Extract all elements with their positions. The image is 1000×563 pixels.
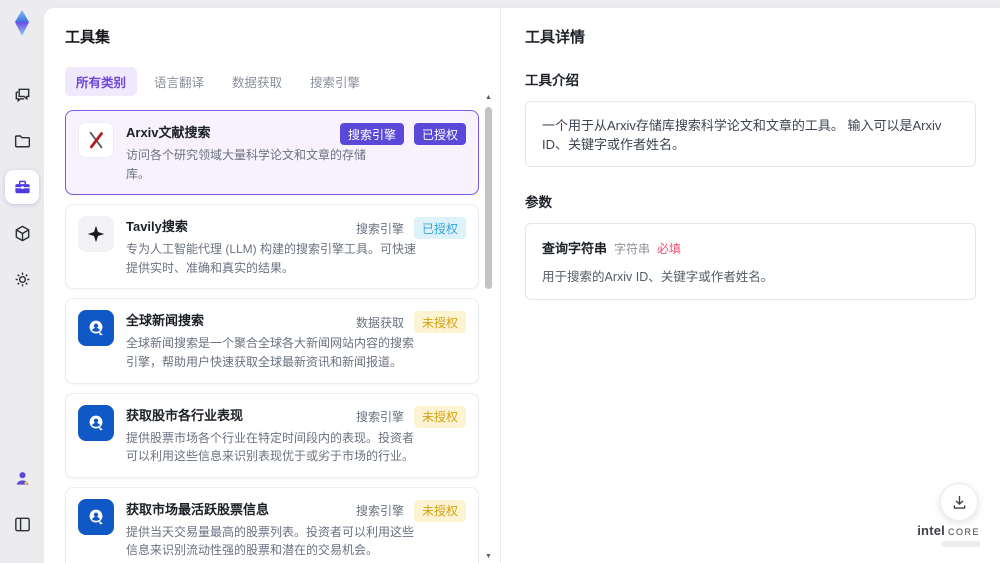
tool-card-arxiv[interactable]: Arxiv文献搜索 访问各个研究领域大量科学论文和文章的存储库。 搜索引擎 已授… xyxy=(65,110,479,196)
category-label: 搜索引擎 xyxy=(355,410,404,425)
app-panel: 工具集 所有类别 语言翻译 数据获取 搜索引擎 Arxiv文献搜索 访问各个研究… xyxy=(44,8,1000,563)
param-required-flag: 必填 xyxy=(657,242,682,256)
intro-text-box: 一个用于从Arxiv存储库搜索科学论文和文章的工具。 输入可以是Arxiv ID… xyxy=(525,101,976,167)
category-label: 搜索引擎 xyxy=(355,221,404,236)
tool-card-global-news[interactable]: 全球新闻搜索 全球新闻搜索是一个聚合全球各大新闻网站内容的搜索引擎，帮助用户快速… xyxy=(65,298,479,384)
tab-data-acquisition[interactable]: 数据获取 xyxy=(221,67,293,96)
blue-q-logo-icon xyxy=(78,498,114,535)
tool-card-sector-performance[interactable]: 获取股市各行业表现 提供股票市场各个行业在特定时间段内的表现。投资者可以利用这些… xyxy=(65,392,479,478)
user-avatar-icon[interactable] xyxy=(5,461,39,495)
tab-search-engine[interactable]: 搜索引擎 xyxy=(299,67,371,96)
intel-core-logo: intel core xyxy=(917,524,980,547)
settings-gear-icon[interactable] xyxy=(5,262,39,296)
tool-card-list: Arxiv文献搜索 访问各个研究领域大量科学论文和文章的存储库。 搜索引擎 已授… xyxy=(65,110,479,563)
left-rail xyxy=(0,0,44,563)
tool-card-tavily[interactable]: Tavily搜索 专为人工智能代理 (LLM) 构建的搜索引擎工具。可快速提供实… xyxy=(65,204,479,290)
tool-desc: 提供当天交易量最高的股票列表。投资者可以利用这些信息来识别流动性强的股票和潜在的… xyxy=(126,524,415,558)
param-name: 查询字符串 xyxy=(542,241,608,256)
download-button[interactable] xyxy=(940,483,978,521)
auth-badge: 未授权 xyxy=(413,405,466,428)
tab-language-translation[interactable]: 语言翻译 xyxy=(143,67,215,96)
tab-all-categories[interactable]: 所有类别 xyxy=(65,67,138,96)
blue-q-logo-icon xyxy=(78,310,114,347)
toolbox-icon[interactable] xyxy=(5,170,39,204)
cube-icon[interactable] xyxy=(5,216,39,250)
tool-list-pane: 工具集 所有类别 语言翻译 数据获取 搜索引擎 Arxiv文献搜索 访问各个研究… xyxy=(44,8,500,563)
folder-icon[interactable] xyxy=(5,124,39,158)
logo-subtext-placeholder xyxy=(942,541,980,547)
tool-desc: 提供股票市场各个行业在特定时间段内的表现。投资者可以利用这些信息来识别表现优于或… xyxy=(126,430,415,464)
page-title: 工具集 xyxy=(65,29,111,46)
param-type: 字符串 xyxy=(614,242,651,256)
scroll-up-icon[interactable]: ▲ xyxy=(485,94,492,102)
category-label: 搜索引擎 xyxy=(355,504,404,519)
scroll-down-icon[interactable]: ▼ xyxy=(485,553,492,561)
blue-q-logo-icon xyxy=(78,404,114,441)
detail-title: 工具详情 xyxy=(525,29,586,46)
auth-badge: 已授权 xyxy=(413,123,466,145)
tool-desc: 全球新闻搜索是一个聚合全球各大新闻网站内容的搜索引擎，帮助用户快速获取全球最新资… xyxy=(126,336,415,369)
list-scrollbar[interactable]: ▲ ▼ xyxy=(484,94,493,561)
sparkle-star-icon xyxy=(78,216,114,253)
tool-detail-pane: 工具详情 工具介绍 一个用于从Arxiv存储库搜索科学论文和文章的工具。 输入可… xyxy=(500,8,1000,563)
param-box: 查询字符串 字符串 必填 用于搜索的Arxiv ID、关键字或作者姓名。 xyxy=(525,223,976,300)
tool-desc: 专为人工智能代理 (LLM) 构建的搜索引擎工具。可快速提供实时、准确和真实的结… xyxy=(126,242,417,275)
param-desc: 用于搜索的Arxiv ID、关键字或作者姓名。 xyxy=(542,270,774,284)
auth-badge: 已授权 xyxy=(413,217,466,240)
app-logo-icon xyxy=(7,8,37,38)
params-heading: 参数 xyxy=(525,195,552,210)
intel-wordmark: intel xyxy=(917,523,945,538)
category-tabs: 所有类别 语言翻译 数据获取 搜索引擎 xyxy=(65,67,500,96)
intro-heading: 工具介绍 xyxy=(525,73,579,88)
core-wordmark: core xyxy=(947,523,980,538)
tool-desc: 访问各个研究领域大量科学论文和文章的存储库。 xyxy=(126,148,367,181)
tool-card-active-stocks[interactable]: 获取市场最活跃股票信息 提供当天交易量最高的股票列表。投资者可以利用这些信息来识… xyxy=(65,486,479,563)
chat-icon[interactable] xyxy=(5,78,39,112)
auth-badge: 未授权 xyxy=(413,311,466,334)
arxiv-logo-icon xyxy=(78,122,114,158)
panel-toggle-icon[interactable] xyxy=(5,507,39,541)
category-label: 数据获取 xyxy=(355,315,404,330)
auth-badge: 未授权 xyxy=(413,499,466,522)
category-badge: 搜索引擎 xyxy=(339,123,404,145)
scrollbar-thumb[interactable] xyxy=(485,107,492,289)
